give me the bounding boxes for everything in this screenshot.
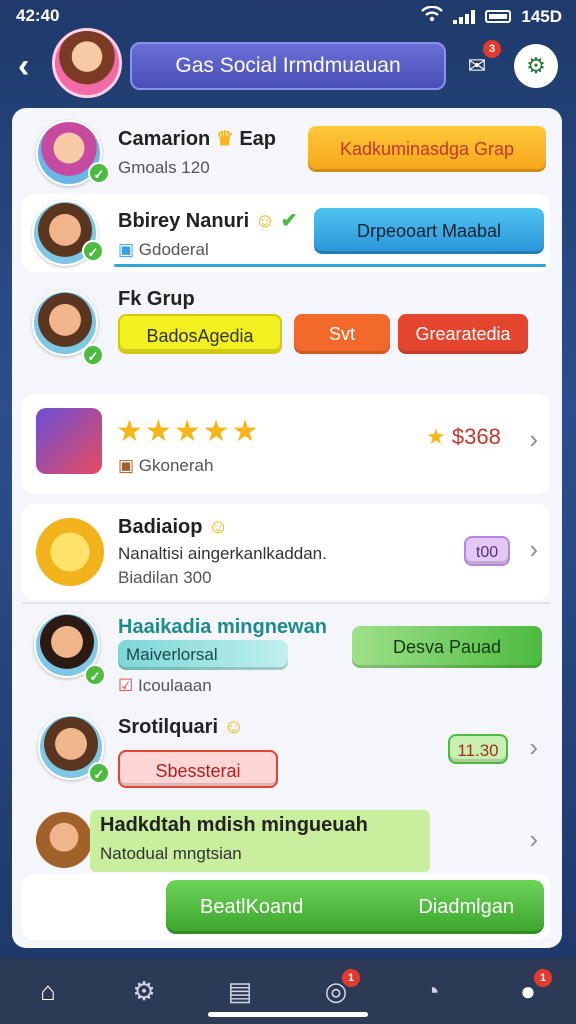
- status-icons: 145D: [421, 5, 562, 27]
- back-button[interactable]: ‹: [18, 48, 50, 84]
- list-item[interactable]: ✓ Srotilquari ☺ Sbessterai 11.30 ›: [22, 706, 550, 802]
- verified-icon: ✓: [82, 344, 104, 366]
- crown-icon: ♛: [215, 128, 234, 150]
- group-name: Hadkdtah mdish mingueuah: [100, 814, 368, 836]
- verified-icon: ✓: [88, 762, 110, 784]
- battery-label: 145D: [521, 6, 562, 26]
- member-name-suffix: Eap: [239, 128, 276, 150]
- progress-underline: [114, 264, 546, 267]
- verified-icon: ✓: [88, 162, 110, 184]
- gift-icon: [36, 408, 102, 474]
- coins-icon: [36, 518, 104, 586]
- page-title: Gas Social Irmdmuauan: [130, 42, 446, 90]
- chevron-right-icon[interactable]: ›: [529, 424, 538, 455]
- chevron-right-icon[interactable]: ›: [529, 824, 538, 855]
- settings-icon: ⚙: [132, 976, 156, 1006]
- signal-icon: [453, 9, 476, 24]
- role-tag: Maiverlorsal: [118, 640, 288, 670]
- item-price: $368: [451, 424, 501, 449]
- list-item[interactable]: Hadkdtah mdish mingueuah Natodual mngtsi…: [22, 808, 550, 872]
- nav-chat[interactable]: ● 1: [508, 969, 552, 1011]
- folder-icon: ▣: [118, 456, 135, 475]
- list-item[interactable]: ★★★★★ ▣ Gkonerah ★ $368 ›: [22, 394, 550, 494]
- member-subtitle: Gmoals 120: [118, 158, 210, 177]
- check-icon: ✔: [280, 210, 298, 232]
- battery-icon: [485, 10, 512, 23]
- item-tag: t00: [464, 536, 510, 566]
- smile-icon: ☺: [223, 716, 244, 738]
- status-tag[interactable]: Sbessterai: [118, 750, 278, 788]
- action-left-label: BeatlKoand: [200, 896, 304, 918]
- group-name: Fk Grup: [118, 288, 195, 310]
- member-subtitle: Gdoderal: [138, 240, 209, 259]
- settings-button[interactable]: ⚙: [514, 44, 558, 88]
- action-right-label: Diadmlgan: [418, 896, 514, 918]
- clock-icon: ◔: [424, 976, 440, 1006]
- group-name: Haaikadia mingnewan: [118, 616, 327, 638]
- home-indicator: [208, 1012, 368, 1017]
- verified-icon: ✓: [84, 664, 106, 686]
- group-list-panel: ✓ Camarion ♛ Eap Gmoals 120 Kadkuminasdg…: [12, 108, 562, 948]
- chevron-right-icon[interactable]: ›: [529, 732, 538, 763]
- home-icon: ⌂: [40, 976, 56, 1006]
- smile-icon: ☺: [208, 516, 229, 538]
- nav-badge: 1: [342, 969, 360, 987]
- star-icon: ★: [426, 424, 446, 449]
- list-item[interactable]: ✓ Bbirey Nanuri ☺ ✔ ▣ Gdoderal Drpeooart…: [22, 194, 550, 272]
- avatar: [36, 812, 92, 868]
- nav-badge: 1: [534, 969, 552, 987]
- list-item[interactable]: Badiaiop ☺ Nanaltisi aingerkanlkaddan. B…: [22, 504, 550, 600]
- primary-action-button[interactable]: BeatlKoand Diadmlgan: [166, 880, 544, 934]
- nav-home[interactable]: ⌂: [28, 971, 68, 1011]
- notification-badge: 3: [483, 40, 501, 58]
- member-name: Bbirey Nanuri: [118, 210, 250, 232]
- list-item[interactable]: ✓ Fk Grup BadosAgedia Svt Grearatedia: [22, 276, 550, 380]
- smile-icon: ☺: [254, 210, 276, 232]
- profile-avatar[interactable]: [52, 28, 122, 98]
- item-description: Nanaltisi aingerkanlkaddan.: [118, 544, 327, 563]
- join-button[interactable]: Desva Pauad: [352, 626, 542, 668]
- member-subtitle: Icoulaaan: [137, 676, 212, 695]
- action-bar: BeatlKoand Diadmlgan: [22, 874, 550, 940]
- list-item[interactable]: ✓ Camarion ♛ Eap Gmoals 120 Kadkuminasdg…: [22, 112, 550, 194]
- rating-stars: ★★★★★: [116, 415, 261, 448]
- time-badge: 11.30: [448, 734, 508, 764]
- group-subtitle: Natodual mngtsian: [100, 844, 242, 863]
- tag-button[interactable]: Grearatedia: [398, 314, 528, 354]
- group-action-button[interactable]: Drpeooart Maabal: [314, 208, 544, 254]
- status-time: 42:40: [16, 6, 60, 25]
- member-name: Srotilquari: [118, 716, 219, 738]
- wifi-icon: [421, 5, 444, 27]
- list-item[interactable]: ✓ Haaikadia mingnewan Maiverlorsal Desva…: [22, 606, 550, 706]
- item-subtitle: Gkonerah: [138, 456, 214, 475]
- document-icon: ▤: [227, 976, 253, 1006]
- nav-settings[interactable]: ⚙: [124, 971, 164, 1011]
- verified-icon: ✓: [82, 240, 104, 262]
- divider: [22, 602, 550, 604]
- app-header: ‹ Gas Social Irmdmuauan ✉ 3 ⚙: [0, 28, 576, 106]
- nav-explore[interactable]: ◎ 1: [316, 969, 360, 1011]
- info-icon: ▣: [118, 240, 135, 259]
- nav-documents[interactable]: ▤: [220, 971, 260, 1011]
- checkbox-icon[interactable]: ☑: [118, 676, 133, 695]
- gear-icon: ⚙: [526, 53, 546, 78]
- notification-button[interactable]: ✉ 3: [455, 40, 501, 88]
- item-name: Badiaiop: [118, 516, 203, 538]
- nav-history[interactable]: ◔: [412, 971, 452, 1011]
- group-action-button[interactable]: Kadkuminasdga Grap: [308, 126, 546, 172]
- chevron-right-icon[interactable]: ›: [529, 534, 538, 565]
- message-icon: ✉: [467, 53, 487, 78]
- member-name: Camarion: [118, 128, 211, 150]
- item-subtitle: Biadilan 300: [118, 568, 212, 587]
- tag-button[interactable]: Svt: [294, 314, 390, 354]
- tag-button[interactable]: BadosAgedia: [118, 314, 282, 354]
